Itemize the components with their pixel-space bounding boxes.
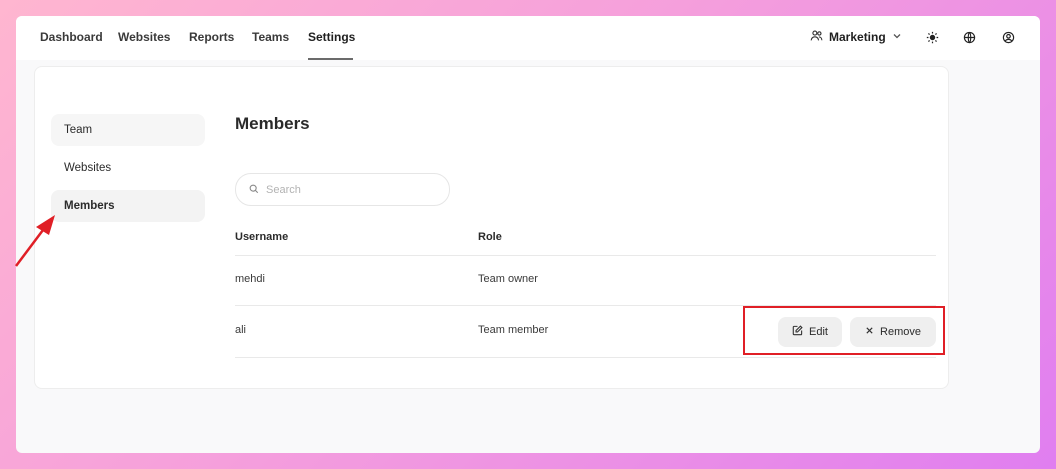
annotation-arrow <box>15 215 55 267</box>
